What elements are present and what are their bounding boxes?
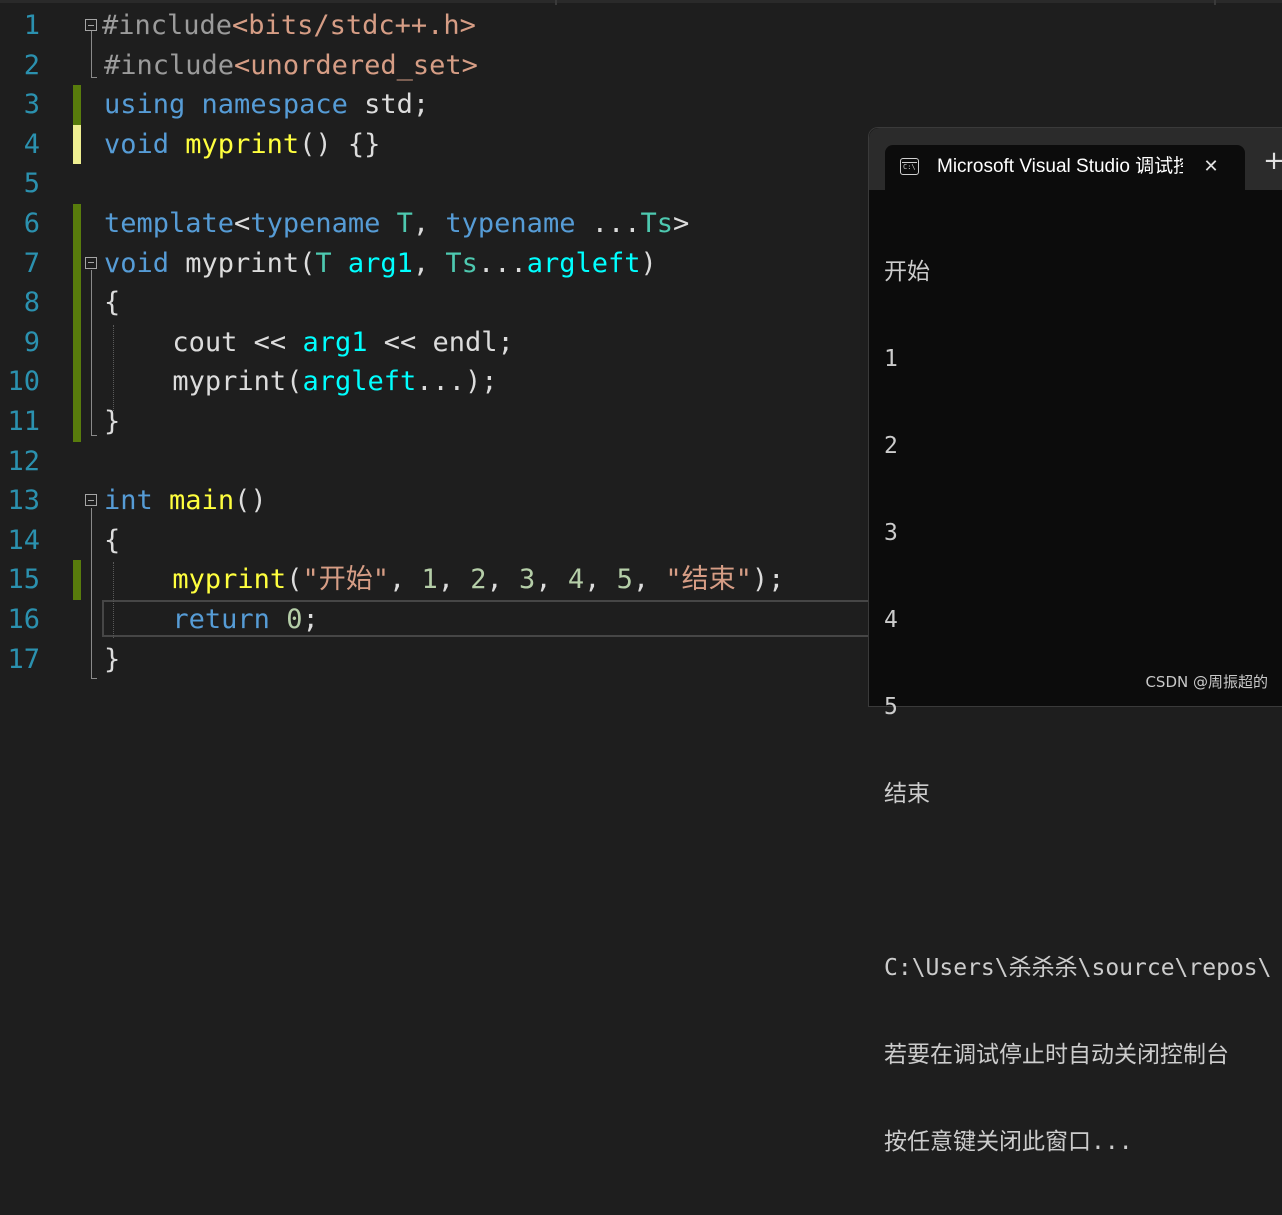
fold-outline-end [91, 435, 97, 436]
code-line-3[interactable]: 3 using namespace std; [0, 85, 870, 125]
code-text: #include<unordered_set> [104, 49, 478, 81]
code-line-8[interactable]: 8 { [0, 283, 870, 323]
code-line-13[interactable]: 13 int main() [0, 481, 870, 521]
change-marker [73, 85, 81, 125]
fold-outline [91, 508, 92, 678]
code-text: return 0; [172, 604, 319, 635]
line-number: 8 [23, 287, 40, 319]
code-line-10[interactable]: 10 myprint(argleft...); [0, 362, 870, 402]
line-number: 17 [7, 643, 40, 675]
console-output-line: 1 [884, 346, 898, 372]
editor-top-border [0, 0, 1282, 5]
console-output: 开始 1 2 3 4 5 结束 C:\Users\杀杀杀\source\repo… [884, 200, 1272, 1215]
code-line-17[interactable]: 17 } [0, 640, 870, 680]
console-tab[interactable]: Microsoft Visual Studio 调试控制台 ✕ [885, 145, 1245, 190]
code-text: using namespace std; [104, 89, 430, 121]
line-number: 9 [23, 326, 40, 358]
console-output-line: 结束 [884, 781, 930, 807]
line-number: 10 [7, 366, 40, 398]
code-text: { [104, 287, 121, 319]
code-text: myprint("开始", 1, 2, 3, 4, 5, "结束"); [172, 564, 785, 596]
code-text: void myprint(T arg1, Ts...argleft) [104, 247, 657, 279]
close-icon[interactable]: ✕ [1198, 154, 1224, 180]
code-text: void myprint() {} [104, 128, 381, 160]
line-number: 6 [23, 208, 40, 239]
change-marker [73, 124, 81, 165]
console-output-line: 3 [884, 520, 898, 546]
code-text: cout << arg1 << endl; [172, 326, 514, 358]
console-output-line: 若要在调试停止时自动关闭控制台 [884, 1042, 1229, 1068]
line-number: 4 [23, 128, 40, 160]
debug-console-window[interactable]: Microsoft Visual Studio 调试控制台 ✕ + 开始 1 2… [868, 127, 1282, 1155]
code-line-4[interactable]: 4 void myprint() {} [0, 124, 870, 165]
code-line-6[interactable]: 6 template<typename T, typename ...Ts> [0, 204, 870, 244]
change-marker [73, 243, 81, 284]
console-output-line: 2 [884, 433, 898, 459]
line-number: 5 [23, 168, 40, 200]
console-tab-bar: Microsoft Visual Studio 调试控制台 ✕ + [869, 128, 1282, 190]
terminal-icon [900, 158, 919, 175]
fold-toggle-icon[interactable] [85, 19, 97, 31]
console-output-line: 按任意键关闭此窗口... [884, 1129, 1133, 1155]
console-tab-title: Microsoft Visual Studio 调试控制台 [937, 156, 1183, 177]
change-marker [73, 322, 81, 363]
watermark: CSDN @周振超的 [1145, 673, 1268, 691]
indent-guide [113, 325, 114, 411]
code-line-7[interactable]: 7 void myprint(T arg1, Ts...argleft) [0, 243, 870, 284]
code-text: template<typename T, typename ...Ts> [104, 208, 690, 239]
change-marker [73, 362, 81, 402]
code-line-9[interactable]: 9 cout << arg1 << endl; [0, 322, 870, 363]
code-line-2[interactable]: 2 #include<unordered_set> [0, 46, 870, 86]
indent-guide [113, 562, 114, 638]
code-line-5[interactable]: 5 [0, 164, 870, 204]
line-number: 15 [7, 564, 40, 596]
code-text: int main() [104, 485, 267, 517]
code-line-14[interactable]: 14 { [0, 521, 870, 561]
fold-outline [91, 31, 92, 77]
line-number: 7 [23, 247, 40, 279]
fold-outline [91, 270, 92, 435]
code-line-11[interactable]: 11 } [0, 402, 870, 442]
line-number: 3 [23, 89, 40, 121]
code-line-15[interactable]: 15 myprint("开始", 1, 2, 3, 4, 5, "结束"); [0, 560, 870, 600]
console-output-line: C:\Users\杀杀杀\source\repos\ [884, 955, 1272, 981]
code-text: } [104, 643, 121, 675]
new-tab-plus-icon[interactable]: + [1261, 148, 1282, 174]
code-text: myprint(argleft...); [172, 366, 498, 398]
code-line-12[interactable]: 12 [0, 442, 870, 482]
console-output-line: 开始 [884, 259, 930, 285]
code-line-1[interactable]: 1 #include<bits/stdc++.h> [0, 6, 870, 46]
change-marker [73, 560, 81, 600]
code-text: #include<bits/stdc++.h> [102, 10, 476, 41]
line-number: 11 [7, 406, 40, 437]
line-number: 1 [23, 10, 40, 41]
fold-outline-end [91, 77, 97, 78]
fold-outline-end [91, 678, 97, 679]
fold-toggle-icon[interactable] [85, 256, 97, 269]
line-number: 16 [7, 604, 40, 635]
line-number: 12 [7, 445, 40, 477]
line-number: 2 [23, 49, 40, 81]
line-number: 14 [7, 524, 40, 556]
code-text: { [104, 524, 121, 556]
line-number: 13 [7, 485, 40, 517]
change-marker [73, 402, 81, 442]
fold-toggle-icon[interactable] [85, 494, 97, 507]
console-output-line: 5 [884, 694, 898, 720]
change-marker [73, 283, 81, 323]
code-line-16[interactable]: 16 return 0; [0, 600, 870, 640]
console-output-line: 4 [884, 607, 898, 633]
change-marker [73, 204, 81, 244]
